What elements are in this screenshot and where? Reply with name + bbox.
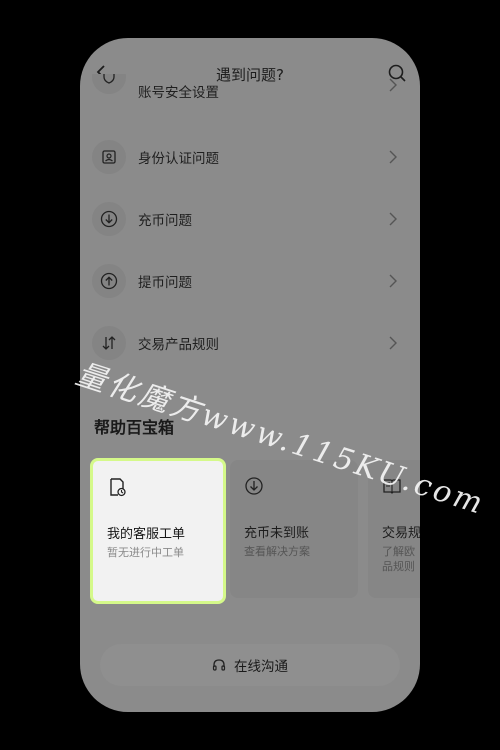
card-title: 交易规: [382, 526, 420, 541]
chevron-right-icon: [389, 78, 397, 92]
menu-item-label: 账号安全设置: [138, 85, 219, 101]
menu-item-deposit[interactable]: 充币问题: [92, 194, 408, 244]
card-title: 我的客服工单: [107, 527, 186, 542]
menu-item-withdraw[interactable]: 提币问题: [92, 256, 408, 306]
withdraw-icon: [92, 264, 126, 298]
card-deposit-missing[interactable]: 充币未到账 查看解决方案: [230, 460, 358, 598]
chevron-right-icon: [389, 274, 397, 288]
deposit-icon: [245, 477, 263, 495]
shield-icon: [92, 74, 126, 94]
menu-item-label: 提币问题: [138, 275, 192, 291]
deposit-icon: [92, 202, 126, 236]
card-my-tickets[interactable]: 我的客服工单 暂无进行中工单: [90, 458, 226, 604]
chevron-right-icon: [389, 150, 397, 164]
online-chat-button[interactable]: 在线沟通: [100, 644, 400, 686]
menu-item-account-security[interactable]: 账号安全设置: [92, 74, 408, 102]
chevron-right-icon: [389, 212, 397, 226]
card-subtitle: 暂无进行中工单: [107, 546, 184, 559]
chevron-right-icon: [389, 336, 397, 350]
ticket-icon: [110, 478, 126, 497]
card-subtitle: 了解欧 品规则: [382, 545, 415, 573]
id-card-icon: [92, 140, 126, 174]
card-subtitle: 查看解决方案: [244, 545, 310, 558]
menu-item-label: 充币问题: [138, 213, 192, 229]
headset-icon: [212, 659, 226, 671]
menu-item-trading-rules[interactable]: 交易产品规则: [92, 318, 408, 368]
menu-item-identity[interactable]: 身份认证问题: [92, 132, 408, 182]
menu-item-label: 交易产品规则: [138, 337, 219, 353]
menu-item-label: 身份认证问题: [138, 151, 219, 167]
online-chat-label: 在线沟通: [234, 659, 288, 675]
card-title: 充币未到账: [244, 526, 310, 541]
